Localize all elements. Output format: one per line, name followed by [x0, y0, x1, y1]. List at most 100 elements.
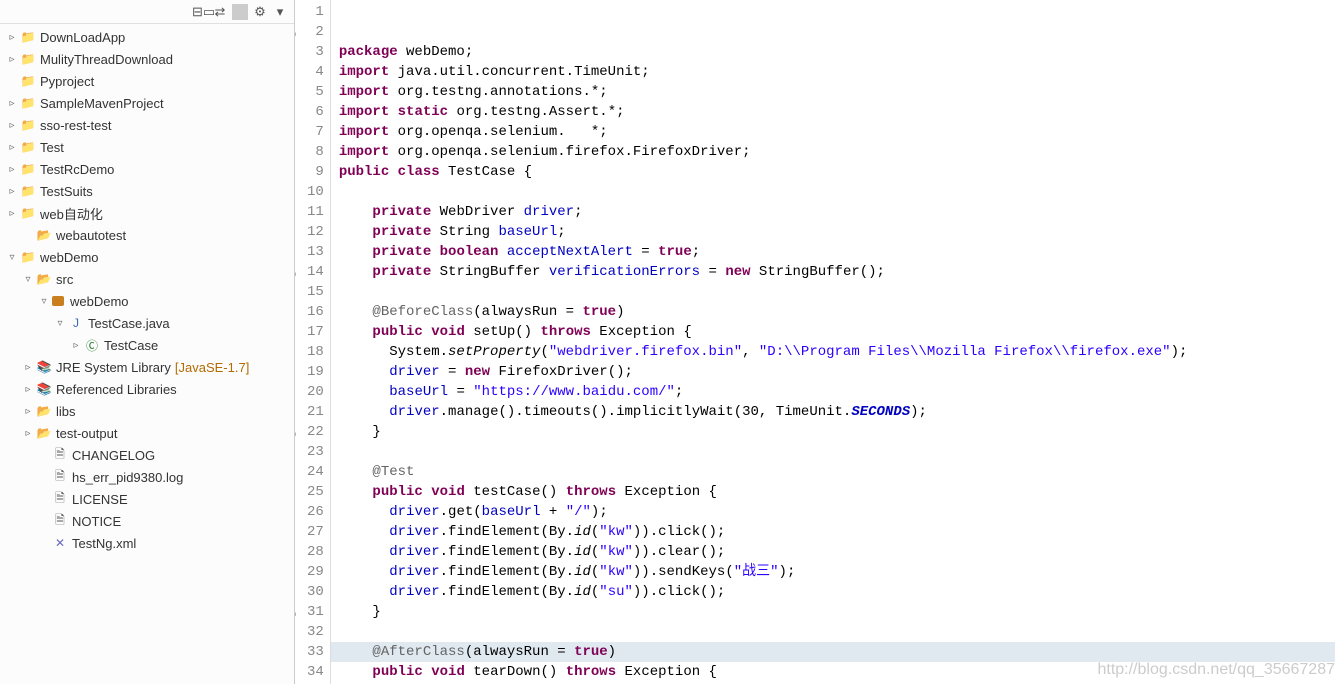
code-line[interactable]: driver.findElement(By.id("kw")).clear(); — [339, 542, 1343, 562]
expand-arrow-icon[interactable]: ▹ — [4, 183, 20, 199]
fold-toggle-icon[interactable]: ⊖ — [295, 425, 296, 445]
expand-arrow-icon[interactable]: ▹ — [4, 95, 20, 111]
code-area[interactable]: package webDemo;import java.util.concurr… — [331, 0, 1343, 684]
token-pln: StringBuffer — [431, 264, 549, 280]
tree-item[interactable]: ▹📂libs — [0, 400, 294, 422]
expand-arrow-icon[interactable]: ▹ — [20, 381, 36, 397]
code-line[interactable]: private boolean acceptNextAlert = true; — [339, 242, 1343, 262]
tree-item[interactable]: ▹ⒸTestCase — [0, 334, 294, 356]
tree-item[interactable]: 🗎CHANGELOG — [0, 444, 294, 466]
token-str: "战三" — [734, 564, 779, 580]
code-line[interactable]: private StringBuffer verificationErrors … — [339, 262, 1343, 282]
code-line[interactable]: driver.findElement(By.id("kw")).sendKeys… — [339, 562, 1343, 582]
code-line[interactable]: import static org.testng.Assert.*; — [339, 102, 1343, 122]
token-str: "https://www.baidu.com/" — [473, 384, 675, 400]
code-line[interactable]: driver.get(baseUrl + "/"); — [339, 502, 1343, 522]
tree-item[interactable]: ✕TestNg.xml — [0, 532, 294, 554]
token-kw: private — [372, 244, 431, 260]
expand-arrow-icon[interactable]: ▹ — [4, 161, 20, 177]
code-line[interactable]: driver.findElement(By.id("kw")).click(); — [339, 522, 1343, 542]
expand-arrow-icon[interactable]: ▹ — [20, 359, 36, 375]
tree-item[interactable]: ▹📁TestRcDemo — [0, 158, 294, 180]
code-line[interactable]: package webDemo; — [339, 42, 1343, 62]
code-line[interactable]: public class TestCase { — [339, 162, 1343, 182]
line-number: 12 — [307, 222, 324, 242]
expand-arrow-icon[interactable]: ▹ — [4, 51, 20, 67]
token-pln — [431, 244, 439, 260]
tree-item[interactable]: ▿webDemo — [0, 290, 294, 312]
code-line[interactable]: } — [339, 602, 1343, 622]
code-line[interactable]: import org.openqa.selenium.firefox.Firef… — [339, 142, 1343, 162]
fold-toggle-icon[interactable]: ⊖ — [295, 605, 296, 625]
expand-arrow-icon[interactable]: ▹ — [20, 403, 36, 419]
code-line[interactable]: System.setProperty("webdriver.firefox.bi… — [339, 342, 1343, 362]
code-line[interactable]: } — [339, 422, 1343, 442]
token-mth: setProperty — [448, 344, 540, 360]
expand-arrow-icon[interactable]: ▹ — [4, 117, 20, 133]
code-line[interactable]: import org.testng.annotations.*; — [339, 82, 1343, 102]
code-line[interactable]: @Test — [339, 462, 1343, 482]
token-pln: (alwaysRun = — [473, 304, 582, 320]
tree-item[interactable]: ▹📁Test — [0, 136, 294, 158]
code-line[interactable]: import org.openqa.selenium. *; — [339, 122, 1343, 142]
expand-arrow-icon[interactable]: ▿ — [36, 293, 52, 309]
expand-arrow-icon[interactable]: ▹ — [20, 425, 36, 441]
token-pln — [339, 224, 373, 240]
code-line[interactable]: @AfterClass(alwaysRun = true) — [331, 642, 1335, 662]
expand-arrow-icon[interactable]: ▹ — [68, 337, 84, 353]
expand-arrow-icon[interactable]: ▿ — [20, 271, 36, 287]
expand-arrow-icon[interactable]: ▹ — [4, 205, 20, 221]
code-line[interactable]: private String baseUrl; — [339, 222, 1343, 242]
expand-arrow-icon[interactable]: ▹ — [4, 139, 20, 155]
line-number: 19 — [307, 362, 324, 382]
code-line[interactable]: driver.manage().timeouts().implicitlyWai… — [339, 402, 1343, 422]
proj-icon: 📁 — [20, 95, 36, 111]
collapse-all-icon[interactable]: ⊟▭ — [192, 4, 208, 20]
code-line[interactable] — [339, 182, 1343, 202]
code-line[interactable]: @BeforeClass(alwaysRun = true) — [339, 302, 1343, 322]
expand-arrow-icon[interactable]: ▿ — [52, 315, 68, 331]
code-line[interactable]: public void testCase() throws Exception … — [339, 482, 1343, 502]
tree-item-label: sso-rest-test — [40, 118, 112, 133]
tree-item[interactable]: ▿JTestCase.java — [0, 312, 294, 334]
tree-item[interactable]: ▿📂src — [0, 268, 294, 290]
tree-item[interactable]: ▹📂test-output — [0, 422, 294, 444]
tree-item[interactable]: ▹📁MulityThreadDownload — [0, 48, 294, 70]
tree-item[interactable]: 🗎NOTICE — [0, 510, 294, 532]
tree-item[interactable]: 📁Pyproject — [0, 70, 294, 92]
tree-item-label: LICENSE — [72, 492, 128, 507]
code-line[interactable] — [339, 622, 1343, 642]
code-line[interactable] — [339, 442, 1343, 462]
tree-item[interactable]: 🗎LICENSE — [0, 488, 294, 510]
focus-task-icon[interactable]: ⚙ — [252, 4, 268, 20]
token-str: "kw" — [599, 544, 633, 560]
watermark-text: http://blog.csdn.net/qq_35667287 — [1097, 660, 1335, 680]
tree-item[interactable]: 🗎hs_err_pid9380.log — [0, 466, 294, 488]
tree-item[interactable]: ▹📚JRE System Library[JavaSE-1.7] — [0, 356, 294, 378]
code-line[interactable]: private WebDriver driver; — [339, 202, 1343, 222]
code-line[interactable]: driver.findElement(By.id("su")).click(); — [339, 582, 1343, 602]
link-editor-icon[interactable]: ⇄ — [212, 4, 228, 20]
tree-item[interactable]: ▿📁webDemo — [0, 246, 294, 268]
view-menu-icon[interactable]: ▾ — [272, 4, 288, 20]
fold-toggle-icon[interactable]: ⊖ — [295, 25, 296, 45]
code-line[interactable]: import java.util.concurrent.TimeUnit; — [339, 62, 1343, 82]
tree-item[interactable]: ▹📁SampleMavenProject — [0, 92, 294, 114]
tree-item[interactable]: 📂webautotest — [0, 224, 294, 246]
token-pln: Exception { — [616, 664, 717, 680]
code-line[interactable] — [339, 282, 1343, 302]
project-tree[interactable]: ▹📁DownLoadApp▹📁MulityThreadDownload 📁Pyp… — [0, 24, 294, 684]
token-pln — [339, 304, 373, 320]
tree-item[interactable]: ▹📁DownLoadApp — [0, 26, 294, 48]
expand-arrow-icon[interactable]: ▹ — [4, 29, 20, 45]
expand-arrow-icon[interactable]: ▿ — [4, 249, 20, 265]
code-line[interactable]: driver = new FirefoxDriver(); — [339, 362, 1343, 382]
tree-item[interactable]: ▹📚Referenced Libraries — [0, 378, 294, 400]
tree-item[interactable]: ▹📁web自动化 — [0, 202, 294, 224]
fold-toggle-icon[interactable]: ⊖ — [295, 265, 296, 285]
tree-item[interactable]: ▹📁TestSuits — [0, 180, 294, 202]
code-line[interactable]: baseUrl = "https://www.baidu.com/"; — [339, 382, 1343, 402]
tree-item[interactable]: ▹📁sso-rest-test — [0, 114, 294, 136]
code-line[interactable]: public void setUp() throws Exception { — [339, 322, 1343, 342]
code-editor[interactable]: 12⊖34567891011121314⊖1516171819202122⊖23… — [295, 0, 1343, 684]
